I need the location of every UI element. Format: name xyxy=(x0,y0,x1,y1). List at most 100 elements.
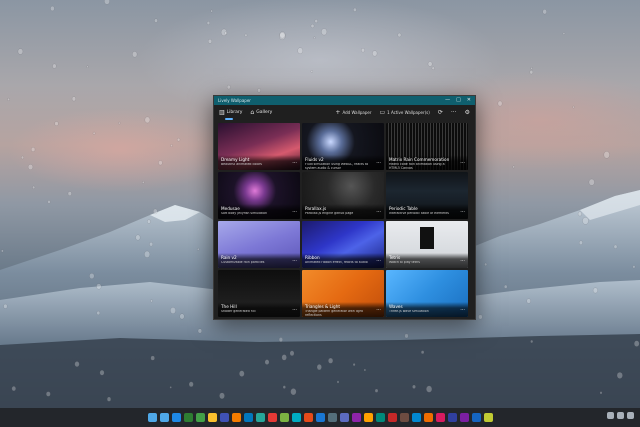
wallpaper-meta: Parallax.js Parallax.js engine github pag… xyxy=(302,204,384,219)
taskbar-app-icon[interactable] xyxy=(423,413,433,422)
taskbar-app-icon[interactable] xyxy=(459,413,469,422)
taskbar-app-icon[interactable] xyxy=(267,413,277,422)
wallpaper-card[interactable]: Parallax.js Parallax.js engine github pag… xyxy=(302,172,384,219)
taskbar-app-icon[interactable] xyxy=(171,413,181,422)
wallpaper-name: Triangles & Light xyxy=(305,304,341,309)
wallpaper-description: Parallax.js engine github page xyxy=(305,212,354,215)
rain-drop xyxy=(170,144,173,148)
rain-drop xyxy=(71,96,76,102)
rain-drop xyxy=(562,32,566,35)
taskbar-app-icon[interactable] xyxy=(183,413,193,422)
rain-drop xyxy=(278,337,283,342)
rain-drop xyxy=(206,21,210,25)
active-wallpapers-button[interactable]: ▭ 1 Active Wallpaper(s) xyxy=(379,108,429,116)
card-more-icon[interactable]: ··· xyxy=(376,160,381,166)
taskbar-app-icon[interactable] xyxy=(447,413,457,422)
rain-drop xyxy=(150,355,155,361)
wallpaper-card[interactable]: Medusae Soft body jellyfish simulation ··· xyxy=(218,172,300,219)
card-more-icon[interactable]: ··· xyxy=(292,258,297,264)
taskbar-app-icon[interactable] xyxy=(195,413,205,422)
tray-icon[interactable] xyxy=(607,412,614,419)
taskbar-app-icon[interactable] xyxy=(243,413,253,422)
tab-library[interactable]: ▥ Library xyxy=(219,108,242,120)
wallpaper-name: Ribbon xyxy=(305,255,320,260)
wallpaper-card[interactable]: Rain v2 Customizable rain particles ··· xyxy=(218,221,300,268)
wallpaper-card[interactable]: Triangles & Light Triangle pattern genera… xyxy=(302,270,384,317)
rain-drop xyxy=(363,368,366,372)
taskbar-app-icon[interactable] xyxy=(399,413,409,422)
taskbar-app-icon[interactable] xyxy=(363,413,373,422)
taskbar-app-icon[interactable] xyxy=(339,413,349,422)
rain-drop xyxy=(152,208,158,215)
rain-drop xyxy=(11,386,17,392)
rain-drop xyxy=(30,147,36,152)
display-icon: ▭ xyxy=(379,108,386,116)
maximize-button[interactable]: □ xyxy=(456,96,461,105)
taskbar-app-icon[interactable] xyxy=(435,413,445,422)
taskbar-app-icon[interactable] xyxy=(159,413,169,422)
card-more-icon[interactable]: ··· xyxy=(376,209,381,215)
card-more-icon[interactable]: ··· xyxy=(292,307,297,313)
app-settings-button[interactable]: ⚙ xyxy=(465,109,470,116)
taskbar-app-icon[interactable] xyxy=(219,413,229,422)
rain-drop xyxy=(497,100,503,107)
wallpaper-card[interactable]: Fluids v2 Fluid simulation using WebGL, r… xyxy=(302,123,384,170)
rain-drop xyxy=(244,33,248,37)
rain-drop xyxy=(188,381,194,387)
taskbar-app-icon[interactable] xyxy=(207,413,217,422)
wallpaper-meta: Waves Three.js wave simulation xyxy=(386,302,468,317)
taskbar-app-icon[interactable] xyxy=(315,413,325,422)
wallpaper-card[interactable]: Ribbon Animated ribbon effect, reacts to … xyxy=(302,221,384,268)
add-wallpaper-button[interactable]: + Add Wallpaper xyxy=(335,109,371,116)
settings-button[interactable]: ⟳ xyxy=(438,109,443,116)
card-more-icon[interactable]: ··· xyxy=(460,258,465,264)
system-tray xyxy=(607,412,634,419)
card-more-icon[interactable]: ··· xyxy=(460,209,465,215)
rain-drop xyxy=(297,47,304,55)
card-more-icon[interactable]: ··· xyxy=(460,160,465,166)
close-button[interactable]: ✕ xyxy=(467,96,471,105)
rain-drop xyxy=(179,313,185,320)
taskbar-app-icon[interactable] xyxy=(255,413,265,422)
wallpaper-meta: Dreamy Light Beautiful animated colors xyxy=(218,155,300,170)
card-more-icon[interactable]: ··· xyxy=(376,307,381,313)
wallpaper-description: Fluid simulation using WebGL, reacts to … xyxy=(305,163,369,170)
taskbar-app-icon[interactable] xyxy=(279,413,289,422)
taskbar-app-icon[interactable] xyxy=(471,413,481,422)
wallpaper-card[interactable]: Dreamy Light Beautiful animated colors ··· xyxy=(218,123,300,170)
taskbar-app-icon[interactable] xyxy=(387,413,397,422)
tray-icon[interactable] xyxy=(627,412,634,419)
wallpaper-card[interactable]: Waves Three.js wave simulation ··· xyxy=(386,270,468,317)
taskbar-app-icon[interactable] xyxy=(351,413,361,422)
wallpaper-description: Triangle pattern generator with light re… xyxy=(305,310,363,317)
taskbar-app-icon[interactable] xyxy=(291,413,301,422)
rain-drop xyxy=(104,0,110,5)
title-bar[interactable]: Lively Wallpaper — □ ✕ xyxy=(214,96,475,105)
card-more-icon[interactable]: ··· xyxy=(292,160,297,166)
start-button[interactable] xyxy=(147,413,157,422)
taskbar-app-icon[interactable] xyxy=(375,413,385,422)
rain-drop xyxy=(579,240,583,245)
tab-gallery[interactable]: ⌂ Gallery xyxy=(250,109,272,116)
minimize-button[interactable]: — xyxy=(445,96,450,105)
wallpaper-card[interactable]: Periodic Table Interactive periodic table… xyxy=(386,172,468,219)
wallpaper-card[interactable]: The Hill Shader generated hill ··· xyxy=(218,270,300,317)
tray-icon[interactable] xyxy=(617,412,624,419)
rain-drop xyxy=(224,31,228,35)
taskbar-app-icon[interactable] xyxy=(483,413,493,422)
more-button[interactable]: ··· xyxy=(451,109,457,116)
library-icon: ▥ xyxy=(219,108,225,116)
taskbar-app-icon[interactable] xyxy=(327,413,337,422)
rain-drop xyxy=(290,388,297,396)
card-more-icon[interactable]: ··· xyxy=(460,307,465,313)
taskbar-app-icon[interactable] xyxy=(303,413,313,422)
rain-drop xyxy=(3,303,8,309)
taskbar-app-icon[interactable] xyxy=(411,413,421,422)
rain-drop xyxy=(239,370,245,377)
wallpaper-card[interactable]: Tetris Watch ai play tetris ··· xyxy=(386,221,468,268)
card-more-icon[interactable]: ··· xyxy=(292,209,297,215)
taskbar-app-icon[interactable] xyxy=(231,413,241,422)
rain-drop xyxy=(542,9,547,15)
card-more-icon[interactable]: ··· xyxy=(376,258,381,264)
wallpaper-card[interactable]: Matrix Rain Commemoration Matrix code rai… xyxy=(386,123,468,170)
